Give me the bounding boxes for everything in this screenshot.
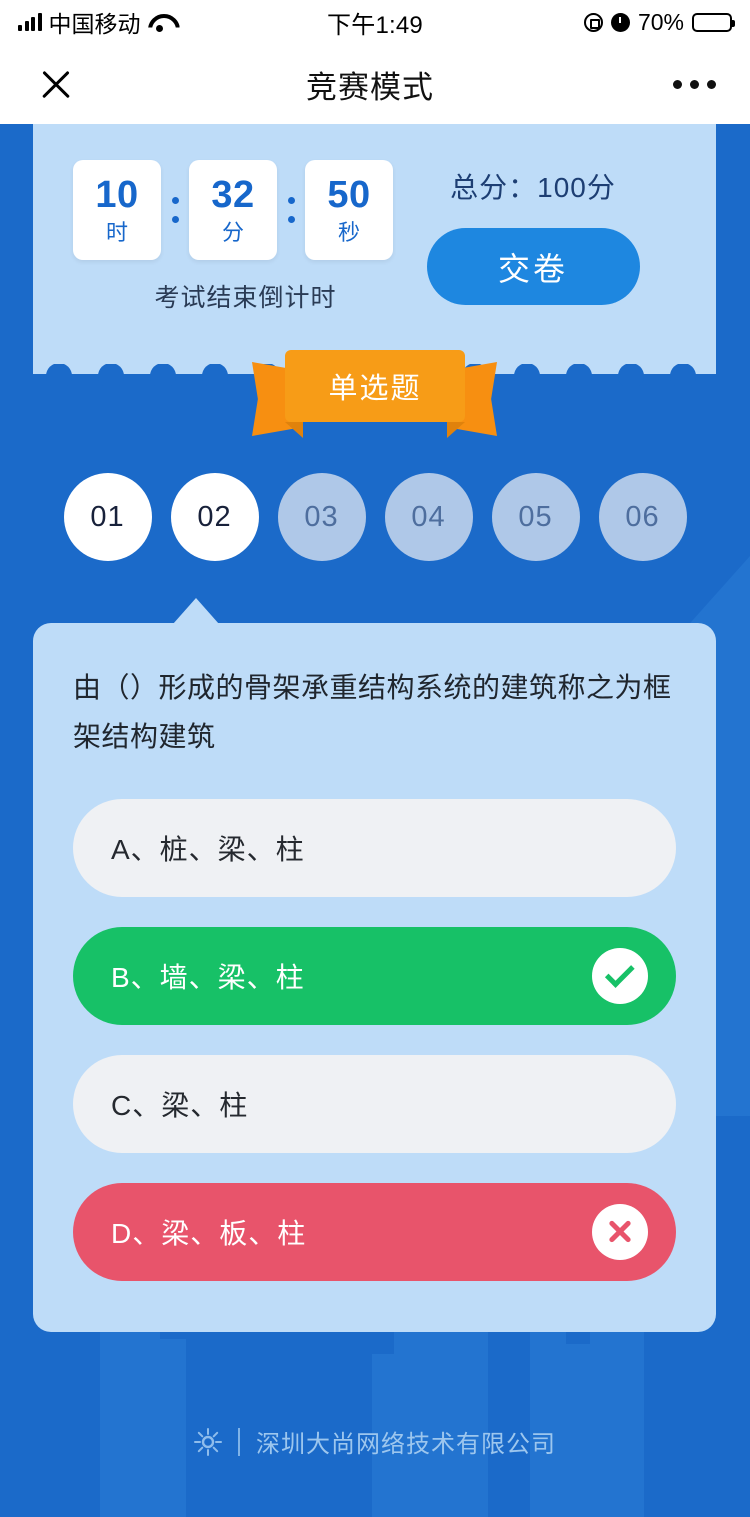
- countdown-hours: 10 时: [73, 160, 161, 260]
- total-score-label: 总分：100分: [450, 172, 616, 203]
- minutes-value: 32: [211, 174, 255, 216]
- question-type-ribbon: 单选题: [252, 350, 497, 438]
- question-number-01[interactable]: 01: [63, 473, 152, 561]
- question-text: 由（）形成的骨架承重结构系统的建筑称之为框架结构建筑: [73, 672, 672, 752]
- status-bar: 中国移动 下午1:49 70%: [0, 0, 750, 44]
- hours-value: 10: [95, 174, 139, 216]
- countdown-seconds: 50 秒: [305, 160, 393, 260]
- option-a[interactable]: A、桩、梁、柱: [73, 799, 676, 897]
- submit-exam-button[interactable]: 交卷: [426, 228, 640, 305]
- carrier-label: 中国移动: [48, 11, 141, 37]
- ribbon-fold-right: [447, 422, 465, 438]
- alarm-clock-icon: [610, 12, 630, 32]
- option-c-label: C、梁、柱: [111, 1090, 249, 1121]
- close-icon[interactable]: [34, 62, 78, 106]
- footer-divider: [238, 1427, 240, 1456]
- company-name: 深圳大尚网络技术有限公司: [256, 1431, 556, 1458]
- countdown-timer: 10 时 32 分 50 秒 考试结束倒计时: [73, 160, 418, 314]
- more-options-icon[interactable]: [662, 79, 716, 89]
- nav-bar: 竞赛模式: [0, 44, 750, 124]
- question-number-nav: 01 02 03 04 05 06: [0, 473, 750, 561]
- question-number-04[interactable]: 04: [384, 473, 473, 561]
- seconds-unit: 秒: [337, 220, 360, 245]
- colon-separator: [277, 197, 305, 223]
- countdown-minutes: 32 分: [189, 160, 277, 260]
- option-c[interactable]: C、梁、柱: [73, 1055, 676, 1153]
- battery-percent-label: 70%: [637, 8, 685, 35]
- option-list: A、桩、梁、柱 B、墙、梁、柱 C、梁、柱 D、梁、板、柱: [73, 799, 676, 1281]
- ribbon-fold-left: [285, 422, 303, 438]
- question-number-06[interactable]: 06: [598, 473, 687, 561]
- option-a-label: A、桩、梁、柱: [111, 834, 305, 865]
- footer: 深圳大尚网络技术有限公司: [0, 1424, 750, 1459]
- question-card: 由（）形成的骨架承重结构系统的建筑称之为框架结构建筑 A、桩、梁、柱 B、墙、梁…: [33, 623, 716, 1332]
- check-icon: [592, 948, 648, 1004]
- hours-unit: 时: [105, 220, 128, 245]
- wifi-icon: [148, 13, 172, 32]
- option-d-label: D、梁、板、柱: [111, 1218, 307, 1249]
- question-number-05[interactable]: 05: [491, 473, 580, 561]
- company-logo-icon: [194, 1427, 222, 1456]
- page-title: 竞赛模式: [306, 69, 434, 105]
- minutes-unit: 分: [221, 220, 244, 245]
- countdown-label: 考试结束倒计时: [154, 284, 337, 312]
- cross-icon: [592, 1204, 648, 1260]
- option-d[interactable]: D、梁、板、柱: [73, 1183, 676, 1281]
- rotation-lock-icon: [583, 12, 603, 32]
- option-b[interactable]: B、墙、梁、柱: [73, 927, 676, 1025]
- countdown-panel: 10 时 32 分 50 秒 考试结束倒计时 总分：100分 交卷: [33, 124, 716, 386]
- signal-bars-icon: [18, 13, 42, 31]
- clock-label: 下午1:49: [327, 11, 423, 39]
- score-area: 总分：100分 交卷: [388, 166, 678, 305]
- question-type-label: 单选题: [285, 350, 465, 422]
- question-number-03[interactable]: 03: [277, 473, 366, 561]
- question-number-02[interactable]: 02: [170, 473, 259, 561]
- seconds-value: 50: [327, 174, 371, 216]
- colon-separator: [161, 197, 189, 223]
- battery-icon: [692, 12, 736, 32]
- option-b-label: B、墙、梁、柱: [111, 962, 305, 993]
- card-pointer-arrow: [173, 598, 219, 624]
